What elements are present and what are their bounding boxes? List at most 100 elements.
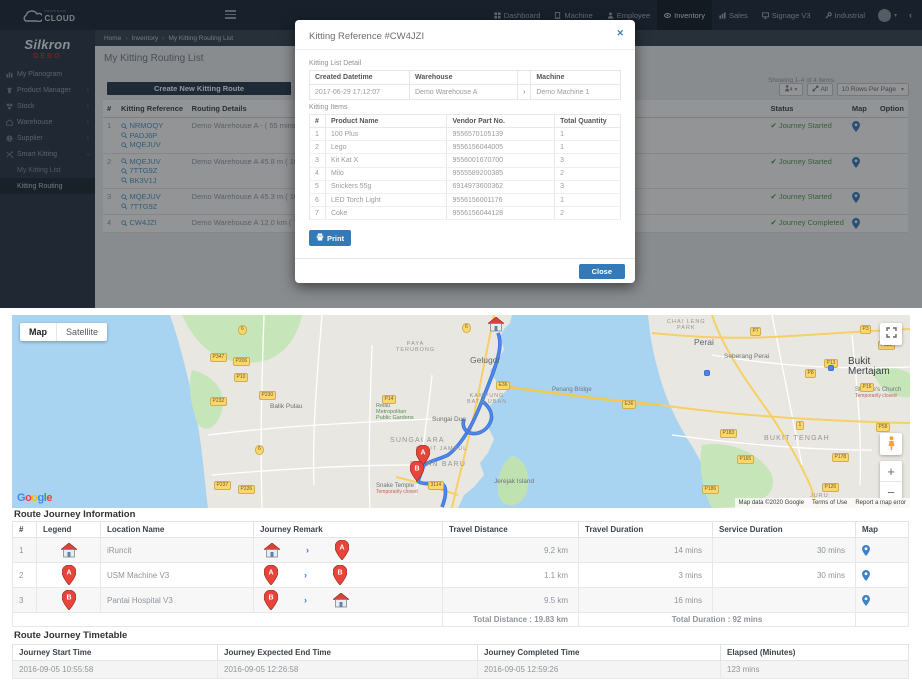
item-cell: Kit Kat X bbox=[325, 154, 446, 167]
col-warehouse: Warehouse bbox=[410, 71, 518, 85]
total-distance: Total Distance : 19.83 km bbox=[443, 613, 579, 627]
map-data-credit: Map data ©2020 Google bbox=[739, 500, 804, 506]
close-button[interactable]: Close bbox=[579, 264, 625, 279]
service-duration-value: 30 mins bbox=[713, 563, 856, 588]
fullscreen-button[interactable] bbox=[880, 323, 902, 345]
map-type-map-button[interactable]: Map bbox=[20, 323, 56, 341]
house-icon bbox=[333, 593, 349, 608]
location-name-cell: USM Machine V3 bbox=[101, 563, 254, 588]
travel-duration-value: 14 mins bbox=[579, 538, 713, 563]
fullscreen-icon bbox=[886, 327, 897, 338]
google-logo[interactable]: Google bbox=[17, 492, 52, 504]
item-cell: 6 bbox=[310, 193, 326, 206]
journey-remark: A›B bbox=[260, 565, 436, 585]
kitting-item-row: 6LED Torch Light95561560011761 bbox=[310, 193, 621, 206]
item-cell: 9555589200385 bbox=[447, 167, 555, 180]
item-cell: 9556156044128 bbox=[447, 207, 555, 220]
totals-map-spacer bbox=[856, 613, 909, 627]
pin-a-icon: A bbox=[264, 565, 278, 585]
terms-of-use-link[interactable]: Terms of Use bbox=[812, 500, 847, 506]
print-button[interactable]: Print bbox=[309, 230, 351, 246]
zoom-in-button[interactable]: + bbox=[880, 461, 902, 482]
journey-remark: B› bbox=[260, 590, 436, 610]
col-journey-remark: Journey Remark bbox=[254, 522, 443, 538]
col-travel-duration: Travel Duration bbox=[579, 522, 713, 538]
col-journey-start-time: Journey Start Time bbox=[13, 645, 218, 661]
top-section: VENDRON CLOUD DashboardMachineEmployeeIn… bbox=[0, 0, 922, 308]
row-number: 3 bbox=[13, 588, 37, 613]
item-cell: 2 bbox=[555, 167, 621, 180]
map-pin-cell bbox=[856, 538, 909, 563]
map-pin-cell bbox=[856, 563, 909, 588]
map-canvas bbox=[12, 315, 910, 508]
item-cell: 7 bbox=[310, 207, 326, 220]
route-journey-timetable: Journey Start Time Journey Expected End … bbox=[12, 644, 909, 679]
item-cell: Coke bbox=[325, 207, 446, 220]
journey-row: 3BPantai Hospital V3B›9.5 km16 mins bbox=[13, 588, 909, 613]
row-number: 1 bbox=[13, 538, 37, 563]
col-created-datetime: Created Datetime bbox=[310, 71, 410, 85]
google-map[interactable]: PAYATERUBONGGelugorKAMPUNGBATU UBANPenan… bbox=[12, 315, 910, 508]
pegman-icon bbox=[887, 436, 896, 451]
kitting-item-row: 2Lego95561560440051 bbox=[310, 141, 621, 154]
chevron-right-icon: › bbox=[304, 595, 307, 605]
map-pin-cell bbox=[856, 588, 909, 613]
pin-b-marker[interactable]: B bbox=[410, 461, 424, 486]
house-marker[interactable] bbox=[488, 317, 504, 337]
item-cell: 1 bbox=[555, 193, 621, 206]
modal-body: Kitting List Detail Created Datetime War… bbox=[295, 50, 635, 246]
svg-text:B: B bbox=[337, 570, 342, 577]
svg-text:A: A bbox=[420, 450, 425, 457]
col-total-quantity: Total Quantity bbox=[555, 115, 621, 128]
map-pin-icon[interactable] bbox=[862, 570, 902, 581]
item-cell: 1 bbox=[555, 128, 621, 141]
svg-text:A: A bbox=[66, 570, 71, 577]
map-type-satellite-button[interactable]: Satellite bbox=[56, 323, 107, 341]
route-journey-information-title: Route Journey Information bbox=[14, 509, 135, 520]
item-cell: 9556156044005 bbox=[447, 141, 555, 154]
kitting-items-label: Kitting Items bbox=[309, 104, 621, 111]
kitting-reference-modal: ✕ Kitting Reference #CW4JZI Kitting List… bbox=[295, 20, 635, 283]
house-icon bbox=[43, 543, 94, 558]
item-cell: 4 bbox=[310, 167, 326, 180]
item-cell: 3 bbox=[555, 180, 621, 193]
item-cell: 2 bbox=[310, 141, 326, 154]
kitting-items-table: #Product NameVendor Part No.Total Quanti… bbox=[309, 114, 621, 220]
item-cell: 2 bbox=[555, 207, 621, 220]
totals-row: Total Distance : 19.83 km Total Duration… bbox=[13, 613, 909, 627]
location-name-cell: Pantai Hospital V3 bbox=[101, 588, 254, 613]
report-map-error-link[interactable]: Report a map error bbox=[855, 500, 906, 506]
travel-distance-value: 9.2 km bbox=[443, 538, 579, 563]
col--: # bbox=[13, 522, 37, 538]
col-map: Map bbox=[856, 522, 909, 538]
modal-title: Kitting Reference #CW4JZI bbox=[295, 20, 635, 50]
item-cell: 1 bbox=[310, 128, 326, 141]
service-duration-value: 30 mins bbox=[713, 538, 856, 563]
journey-remark-cell: A›B bbox=[254, 563, 443, 588]
travel-duration-value: 16 mins bbox=[579, 588, 713, 613]
modal-footer: Close bbox=[295, 258, 635, 283]
map-pin-icon[interactable] bbox=[862, 545, 902, 556]
pin-b-icon: B bbox=[333, 565, 347, 585]
close-icon[interactable]: ✕ bbox=[616, 28, 624, 39]
route-journey-timetable-title: Route Journey Timetable bbox=[14, 630, 127, 641]
travel-distance-value: 1.1 km bbox=[443, 563, 579, 588]
travel-distance-value: 9.5 km bbox=[443, 588, 579, 613]
journey-remark: ›A bbox=[260, 540, 436, 560]
journey-row: 2AUSM Machine V3A›B1.1 km3 mins30 mins bbox=[13, 563, 909, 588]
col--: # bbox=[310, 115, 326, 128]
col-journey-expected-end-time: Journey Expected End Time bbox=[218, 645, 478, 661]
col-machine: Machine bbox=[531, 71, 621, 85]
col-spacer bbox=[518, 71, 531, 85]
item-cell: Milo bbox=[325, 167, 446, 180]
total-duration: Total Duration : 92 mins bbox=[579, 613, 856, 627]
map-pin-icon[interactable] bbox=[862, 595, 902, 606]
svg-text:B: B bbox=[268, 595, 273, 602]
item-cell: 3 bbox=[555, 154, 621, 167]
journey-expected-end-time-value: 2016-09-05 12:26:58 bbox=[218, 661, 478, 679]
pegman-button[interactable] bbox=[880, 433, 902, 455]
item-cell: 9556001670700 bbox=[447, 154, 555, 167]
pin-b-icon: B bbox=[43, 590, 94, 610]
col-journey-completed-time: Journey Completed Time bbox=[478, 645, 721, 661]
item-cell: LED Torch Light bbox=[325, 193, 446, 206]
